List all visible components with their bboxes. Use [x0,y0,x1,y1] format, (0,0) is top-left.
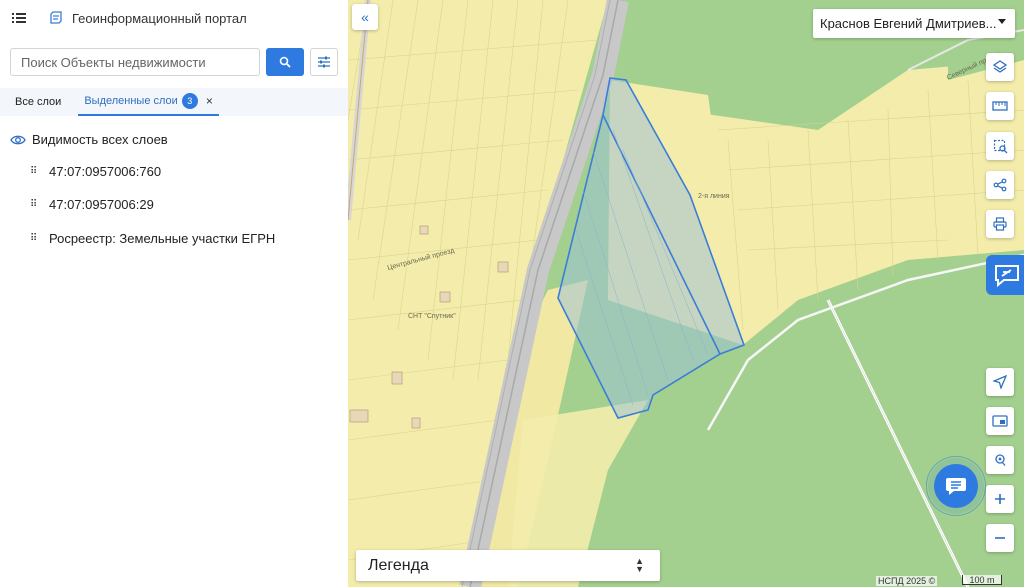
plus-icon [995,494,1005,504]
drag-handle-icon[interactable]: ⠿ [30,199,40,209]
map-label-line: 2-я линия [698,193,730,200]
measure-button[interactable] [986,92,1014,120]
search-icon [279,56,291,68]
location-pin-icon [995,454,1006,466]
legend-label: Легенда [368,556,429,574]
locate-button[interactable] [986,368,1014,396]
select-area-button[interactable] [986,132,1014,160]
portal-logo-icon [50,11,64,25]
chevron-down-icon [998,19,1006,24]
collapse-panel-button[interactable]: « [352,4,378,30]
zoom-in-button[interactable] [986,485,1014,513]
layers-button[interactable] [986,53,1014,81]
navigation-arrow-icon [993,375,1007,389]
filter-button[interactable] [310,48,338,76]
share-button[interactable] [986,171,1014,199]
layer-label: 47:07:0957006:29 [49,197,154,212]
geolocation-button[interactable] [986,446,1014,474]
chat-icon [946,478,966,495]
layer-tabs: Все слои Выделенные слои 3 × [0,88,348,116]
visibility-label: Видимость всех слоев [32,132,168,147]
filter-icon [318,56,330,68]
zoom-out-button[interactable] [986,524,1014,552]
double-chevron-left-icon: « [361,9,369,25]
drag-handle-icon[interactable]: ⠿ [30,233,40,243]
map-graphics: СНТ "Спутник" Центральный проезд Северны… [348,0,1024,587]
search-input[interactable] [10,48,260,76]
layer-label: Росреестр: Земельные участки ЕГРН [49,231,276,246]
tab-selected-label: Выделенные слои [84,95,178,107]
print-button[interactable] [986,210,1014,238]
visibility-all-toggle[interactable]: Видимость всех слоев [10,132,168,147]
area-select-icon [993,139,1007,153]
printer-icon [993,217,1007,231]
layer-item[interactable]: ⠿ Росреестр: Земельные участки ЕГРН [30,231,275,246]
selected-count-badge: 3 [181,93,198,109]
chat-button[interactable] [934,464,978,508]
drag-handle-icon[interactable]: ⠿ [30,166,40,176]
panel-header: Геоинформационный портал [0,0,348,36]
legend-panel[interactable]: Легенда ▲ ▼ [356,550,660,581]
search-button[interactable] [266,48,304,76]
minimap-button[interactable] [986,407,1014,435]
app: Геоинформационный портал Все слои Выделе… [0,0,1024,587]
menu-icon[interactable] [10,9,28,27]
minimap-icon [992,415,1008,427]
tab-selected-layers[interactable]: Выделенные слои 3 × [78,88,219,116]
scale-bar: 100 m [962,575,1002,585]
gosuslugi-button[interactable] [986,255,1024,295]
layer-label: 47:07:0957006:760 [49,164,162,179]
layers-icon [993,60,1007,73]
map-label-snt: СНТ "Спутник" [408,313,456,320]
layer-item[interactable]: ⠿ 47:07:0957006:29 [30,197,154,212]
ruler-icon [992,101,1008,111]
share-icon [993,178,1007,192]
map-canvas[interactable]: СНТ "Спутник" Центральный проезд Северны… [348,0,1024,587]
expand-collapse-icon: ▲ ▼ [635,556,644,574]
tab-all-layers[interactable]: Все слои [0,88,76,116]
feedback-logo-icon [995,265,1019,288]
layer-item[interactable]: ⠿ 47:07:0957006:760 [30,164,161,179]
user-dropdown[interactable]: Краснов Евгений Дмитриев... [813,9,1015,38]
map-attribution: НСПД 2025 © [876,576,938,586]
side-panel: Геоинформационный портал Все слои Выделе… [0,0,348,587]
eye-icon [10,135,26,144]
search-bar [10,48,338,76]
close-icon[interactable]: × [206,94,213,108]
app-title: Геоинформационный портал [72,10,247,26]
user-name: Краснов Евгений Дмитриев... [820,16,997,31]
minus-icon [995,537,1005,539]
